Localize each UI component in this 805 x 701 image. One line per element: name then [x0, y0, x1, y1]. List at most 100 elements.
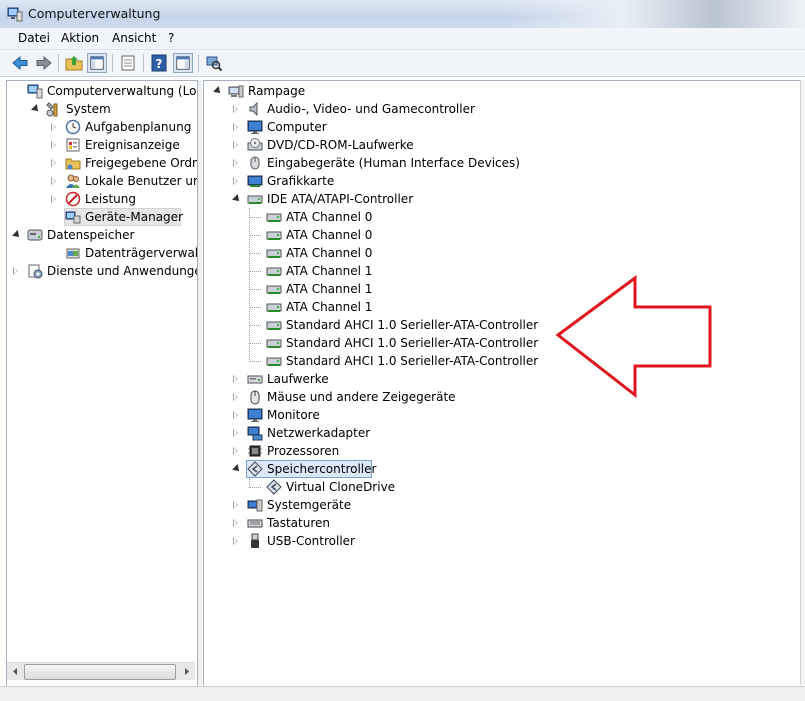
toolbar-separator	[112, 54, 113, 72]
expand-toggle-icon[interactable]	[233, 537, 238, 545]
collapse-toggle-icon[interactable]	[12, 230, 22, 240]
tree-item[interactable]: Rampage	[204, 82, 804, 100]
usb-icon	[247, 533, 263, 549]
tree-item-label: ATA Channel 0	[286, 246, 373, 260]
ide-channel-icon	[266, 299, 282, 315]
tree-item[interactable]: USB-Controller	[204, 532, 804, 550]
tree-item[interactable]: Virtual CloneDrive	[204, 478, 804, 496]
console-tree-pane[interactable]: Computerverwaltung (Lokal) System Aufgaben…	[6, 80, 198, 687]
properties-icon[interactable]	[118, 53, 138, 73]
expand-toggle-icon[interactable]	[233, 105, 238, 113]
expand-toggle-icon[interactable]	[51, 177, 56, 185]
expand-toggle-icon[interactable]	[51, 123, 56, 131]
ide-channel-icon	[266, 353, 282, 369]
collapse-toggle-icon[interactable]	[232, 464, 242, 474]
tree-item[interactable]: Freigegebene Ordner	[7, 154, 197, 172]
tree-item[interactable]: Geräte-Manager	[7, 208, 197, 226]
scroll-right-button[interactable]	[178, 663, 195, 680]
menu-datei[interactable]: Datei	[18, 31, 50, 45]
menu-bar: Datei Aktion Ansicht ?	[0, 28, 805, 50]
expand-toggle-icon[interactable]	[51, 159, 56, 167]
show-hide-action-pane-icon[interactable]	[173, 53, 193, 73]
expand-toggle-icon[interactable]	[233, 177, 238, 185]
tree-item[interactable]: Tastaturen	[204, 514, 804, 532]
tree-item[interactable]: Computerverwaltung (Lokal)	[7, 82, 197, 100]
performance-icon	[65, 191, 81, 207]
device-manager-icon	[65, 209, 81, 225]
tree-item-label: ATA Channel 0	[286, 228, 373, 242]
help-icon[interactable]: ?	[149, 53, 169, 73]
tree-item-label: Speichercontroller	[267, 462, 377, 476]
title-bar-background	[505, 0, 805, 28]
toolbar-separator	[58, 54, 59, 72]
tree-item[interactable]: ATA Channel 0	[204, 244, 804, 262]
expand-toggle-icon[interactable]	[233, 501, 238, 509]
tree-item[interactable]: Eingabegeräte (Human Interface Devices)	[204, 154, 804, 172]
expand-toggle-icon[interactable]	[233, 411, 238, 419]
expand-toggle-icon[interactable]	[233, 447, 238, 455]
expand-toggle-icon[interactable]	[51, 141, 56, 149]
computer-root-icon	[228, 83, 244, 99]
menu-help[interactable]: ?	[168, 31, 174, 45]
tree-item[interactable]: Computer	[204, 118, 804, 136]
ide-channel-icon	[266, 209, 282, 225]
tree-item[interactable]: ATA Channel 0	[204, 208, 804, 226]
expand-toggle-icon[interactable]	[233, 519, 238, 527]
tree-item-label: Leistung	[85, 192, 136, 206]
ide-channel-icon	[266, 335, 282, 351]
expand-toggle-icon[interactable]	[233, 141, 238, 149]
expand-toggle-icon[interactable]	[233, 123, 238, 131]
scrollbar-thumb[interactable]	[24, 664, 176, 680]
mouse-icon	[247, 389, 263, 405]
show-hide-console-tree-icon[interactable]	[87, 53, 107, 73]
tree-item[interactable]: Grafikkarte	[204, 172, 804, 190]
expand-toggle-icon[interactable]	[233, 429, 238, 437]
tree-item[interactable]: Datenspeicher	[7, 226, 197, 244]
tree-item-label: Rampage	[248, 84, 306, 98]
pane-splitter[interactable]	[198, 80, 202, 685]
tree-item[interactable]: Netzwerkadapter	[204, 424, 804, 442]
tree-item[interactable]: Lokale Benutzer und Gr	[7, 172, 197, 190]
tree-item[interactable]: Prozessoren	[204, 442, 804, 460]
storage-controller-icon	[247, 461, 263, 477]
expand-toggle-icon[interactable]	[233, 159, 238, 167]
tree-item[interactable]: Systemgeräte	[204, 496, 804, 514]
expand-toggle-icon[interactable]	[51, 195, 56, 203]
expand-toggle-icon[interactable]	[233, 393, 238, 401]
tree-item-label: Aufgabenplanung	[85, 120, 192, 134]
tree-item[interactable]: IDE ATA/ATAPI-Controller	[204, 190, 804, 208]
ide-channel-icon	[266, 245, 282, 261]
tree-item[interactable]: Monitore	[204, 406, 804, 424]
tree-item[interactable]: Audio-, Video- und Gamecontroller	[204, 100, 804, 118]
back-arrow-icon[interactable]	[10, 53, 30, 73]
expand-toggle-icon[interactable]	[233, 375, 238, 383]
speaker-icon	[247, 101, 263, 117]
expand-toggle-icon[interactable]	[13, 267, 18, 275]
tree-item[interactable]: ATA Channel 0	[204, 226, 804, 244]
menu-ansicht[interactable]: Ansicht	[112, 31, 156, 45]
scan-hardware-icon[interactable]	[204, 53, 224, 73]
tree-item[interactable]: DVD/CD-ROM-Laufwerke	[204, 136, 804, 154]
title-bar: Computerverwaltung	[0, 0, 805, 28]
tree-item[interactable]: Ereignisanzeige	[7, 136, 197, 154]
chevron-left-icon	[13, 668, 17, 675]
menu-aktion[interactable]: Aktion	[61, 31, 99, 45]
tree-item[interactable]: System	[7, 100, 197, 118]
computer-management-icon	[27, 83, 43, 99]
scroll-left-button[interactable]	[7, 663, 24, 680]
clock-icon	[65, 119, 81, 135]
tree-item[interactable]: Datenträgerverwaltung	[7, 244, 197, 262]
collapse-toggle-icon[interactable]	[31, 104, 41, 114]
vertical-scrollbar-edge[interactable]	[800, 80, 805, 685]
tree-item[interactable]: Aufgabenplanung	[7, 118, 197, 136]
collapse-toggle-icon[interactable]	[213, 86, 223, 96]
tree-item[interactable]: Speichercontroller	[204, 460, 804, 478]
tree-item[interactable]: Leistung	[7, 190, 197, 208]
tree-item[interactable]: Dienste und Anwendungen	[7, 262, 197, 280]
tree-item-label: Freigegebene Ordner	[85, 156, 197, 170]
collapse-toggle-icon[interactable]	[232, 194, 242, 204]
up-folder-icon[interactable]	[64, 53, 84, 73]
horizontal-scrollbar[interactable]	[7, 662, 195, 680]
forward-arrow-icon[interactable]	[34, 53, 54, 73]
tree-item-label: DVD/CD-ROM-Laufwerke	[267, 138, 414, 152]
